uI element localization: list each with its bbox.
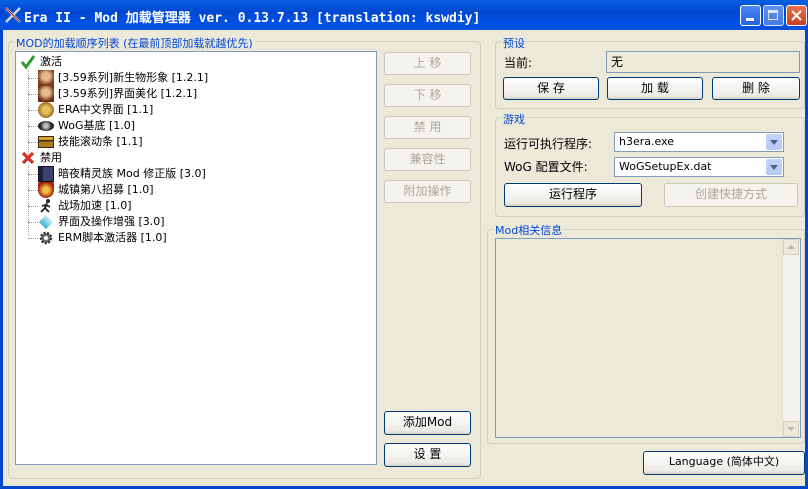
add-mod-button[interactable]: 添加Mod bbox=[384, 411, 471, 435]
mod-info-legend: Mod相关信息 bbox=[493, 222, 565, 238]
load-preset-button[interactable]: 加 载 bbox=[607, 77, 703, 100]
mod-label: [3.59系列]新生物形象 [1.2.1] bbox=[58, 71, 209, 84]
tree-line bbox=[28, 126, 38, 127]
config-label: WoG 配置文件: bbox=[504, 160, 588, 174]
move-up-button[interactable]: 上 移 bbox=[384, 52, 471, 75]
game-legend: 游戏 bbox=[501, 111, 527, 127]
tree-line bbox=[28, 165, 29, 236]
tree-line bbox=[28, 206, 38, 207]
cross-icon bbox=[21, 151, 35, 165]
tree-line bbox=[28, 142, 38, 143]
settings-button[interactable]: 设 置 bbox=[384, 443, 471, 467]
disable-button[interactable]: 禁 用 bbox=[384, 116, 471, 139]
mod-tree[interactable]: 激活 [3.59系列]新生物形象 [1.2.1] [3.59系列]界面美化 [1… bbox=[15, 51, 377, 465]
maximize-button[interactable] bbox=[763, 5, 784, 26]
portrait-icon bbox=[38, 70, 54, 86]
tree-line bbox=[28, 238, 38, 239]
tree-group-label: 禁用 bbox=[40, 151, 62, 164]
save-preset-button[interactable]: 保 存 bbox=[503, 77, 599, 100]
tree-line bbox=[28, 94, 38, 95]
mod-label: [3.59系列]界面美化 [1.2.1] bbox=[58, 87, 198, 100]
exe-select[interactable]: h3era.exe bbox=[614, 132, 784, 152]
crossed-swords-icon bbox=[5, 7, 21, 23]
portrait-icon bbox=[38, 86, 54, 102]
mod-list-legend: MOD的加载顺序列表 (在最前顶部加载就越优先) bbox=[14, 35, 255, 51]
mod-label: WoG基底 [1.0] bbox=[58, 119, 136, 132]
chevron-down-icon[interactable] bbox=[766, 134, 782, 150]
gem-icon bbox=[38, 214, 54, 230]
tree-group-label: 激活 bbox=[40, 55, 62, 68]
eye-icon bbox=[38, 121, 54, 131]
extra-ops-button[interactable]: 附加操作 bbox=[384, 180, 471, 203]
title-bar[interactable]: Era II - Mod 加载管理器 ver. 0.13.7.13 [trans… bbox=[0, 0, 808, 30]
check-icon bbox=[20, 55, 36, 70]
run-game-button[interactable]: 运行程序 bbox=[504, 183, 642, 207]
language-button[interactable]: Language (简体中文) bbox=[643, 451, 805, 475]
exe-value: h3era.exe bbox=[619, 135, 675, 148]
tree-line bbox=[28, 110, 38, 111]
chevron-down-icon[interactable] bbox=[766, 159, 782, 175]
create-shortcut-button[interactable]: 创建快捷方式 bbox=[664, 183, 798, 207]
close-icon bbox=[791, 10, 802, 21]
current-preset-label: 当前: bbox=[504, 56, 533, 70]
move-down-button[interactable]: 下 移 bbox=[384, 84, 471, 107]
chest-icon bbox=[38, 136, 54, 148]
minimize-button[interactable] bbox=[740, 5, 761, 26]
gear-icon bbox=[39, 231, 53, 245]
mod-label: ERA中文界面 [1.1] bbox=[58, 103, 154, 116]
mod-label: 暗夜精灵族 Mod 修正版 [3.0] bbox=[58, 167, 206, 180]
medal-icon bbox=[38, 102, 54, 118]
delete-preset-button[interactable]: 删 除 bbox=[712, 77, 800, 100]
config-select[interactable]: WoGSetupEx.dat bbox=[614, 157, 784, 177]
scroll-up-icon[interactable] bbox=[783, 239, 799, 255]
minimize-icon bbox=[746, 18, 754, 21]
tree-line bbox=[28, 222, 38, 223]
scroll-down-icon[interactable] bbox=[783, 421, 799, 437]
mod-label: 城镇第八招募 [1.0] bbox=[58, 183, 154, 196]
window-title: Era II - Mod 加载管理器 ver. 0.13.7.13 [trans… bbox=[24, 11, 481, 26]
runner-icon bbox=[40, 199, 51, 213]
shield-icon bbox=[38, 182, 54, 198]
preset-legend: 预设 bbox=[501, 35, 527, 51]
maximize-icon bbox=[768, 10, 778, 20]
book-icon bbox=[38, 166, 54, 182]
close-button[interactable] bbox=[786, 5, 807, 26]
tree-line bbox=[28, 78, 38, 79]
mod-label: 界面及操作增强 [3.0] bbox=[58, 215, 165, 228]
config-value: WoGSetupEx.dat bbox=[619, 160, 712, 173]
current-preset-field: 无 bbox=[606, 51, 800, 73]
mod-label: 战场加速 [1.0] bbox=[58, 199, 132, 212]
exe-label: 运行可执行程序: bbox=[504, 137, 593, 151]
compatibility-button[interactable]: 兼容性 bbox=[384, 148, 471, 171]
tree-line bbox=[28, 174, 38, 175]
mod-label: ERM脚本激活器 [1.0] bbox=[58, 231, 167, 244]
tree-line bbox=[28, 190, 38, 191]
mod-info-text[interactable] bbox=[495, 238, 801, 438]
mod-info-scrollbar[interactable] bbox=[782, 239, 800, 437]
mod-label: 技能滚动条 [1.1] bbox=[58, 135, 143, 148]
